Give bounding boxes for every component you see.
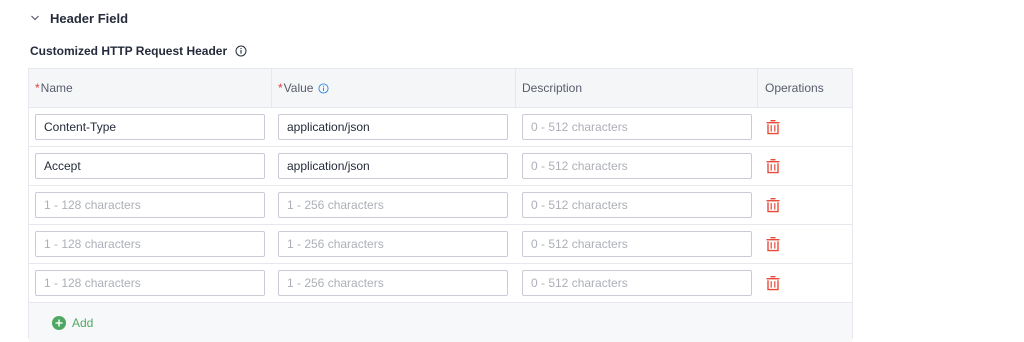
delete-icon[interactable] xyxy=(766,197,780,213)
info-icon[interactable] xyxy=(318,82,330,94)
add-button-label: Add xyxy=(72,315,94,330)
column-header-name: * Name xyxy=(29,69,272,107)
table-row: 1 - 128 characters 1 - 256 characters 0 … xyxy=(29,225,852,264)
description-input[interactable]: 0 - 512 characters xyxy=(522,114,752,140)
required-marker: * xyxy=(35,81,40,95)
delete-icon[interactable] xyxy=(766,158,780,174)
table-row: Accept application/json 0 - 512 characte… xyxy=(29,147,852,186)
section-title: Header Field xyxy=(50,10,129,26)
section-header-field[interactable]: Header Field xyxy=(30,9,128,27)
column-header-description: Description xyxy=(516,69,758,107)
subsection-title-row: Customized HTTP Request Header xyxy=(30,43,247,59)
name-input[interactable]: 1 - 128 characters xyxy=(35,231,265,257)
subsection-title: Customized HTTP Request Header xyxy=(30,44,228,58)
value-input[interactable]: application/json xyxy=(278,153,508,179)
name-input[interactable]: Accept xyxy=(35,153,265,179)
delete-icon[interactable] xyxy=(766,275,780,291)
table-header-row: * Name * Value Description Operations xyxy=(29,69,852,108)
description-input[interactable]: 0 - 512 characters xyxy=(522,231,752,257)
header-table: * Name * Value Description Operations Co… xyxy=(28,68,853,342)
table-row: Content-Type application/json 0 - 512 ch… xyxy=(29,108,852,147)
add-row: Add xyxy=(29,303,852,342)
description-input[interactable]: 0 - 512 characters xyxy=(522,192,752,218)
column-header-label: Operations xyxy=(765,81,824,95)
chevron-down-icon xyxy=(31,15,39,21)
delete-icon[interactable] xyxy=(766,119,780,135)
name-input[interactable]: 1 - 128 characters xyxy=(35,270,265,296)
description-input[interactable]: 0 - 512 characters xyxy=(522,153,752,179)
column-header-value: * Value xyxy=(272,69,516,107)
column-header-label: Name xyxy=(40,81,73,95)
column-header-label: Description xyxy=(522,81,583,95)
column-header-label: Value xyxy=(283,81,314,95)
name-input[interactable]: Content-Type xyxy=(35,114,265,140)
delete-icon[interactable] xyxy=(766,236,780,252)
value-input[interactable]: 1 - 256 characters xyxy=(278,270,508,296)
description-input[interactable]: 0 - 512 characters xyxy=(522,270,752,296)
column-header-operations: Operations xyxy=(758,69,852,107)
required-marker: * xyxy=(278,81,283,95)
table-row: 1 - 128 characters 1 - 256 characters 0 … xyxy=(29,264,852,303)
value-input[interactable]: 1 - 256 characters xyxy=(278,192,508,218)
name-input[interactable]: 1 - 128 characters xyxy=(35,192,265,218)
plus-circle-icon xyxy=(52,315,66,330)
table-row: 1 - 128 characters 1 - 256 characters 0 … xyxy=(29,186,852,225)
add-button[interactable]: Add xyxy=(52,315,94,330)
value-input[interactable]: 1 - 256 characters xyxy=(278,231,508,257)
info-icon[interactable] xyxy=(235,45,247,57)
value-input[interactable]: application/json xyxy=(278,114,508,140)
